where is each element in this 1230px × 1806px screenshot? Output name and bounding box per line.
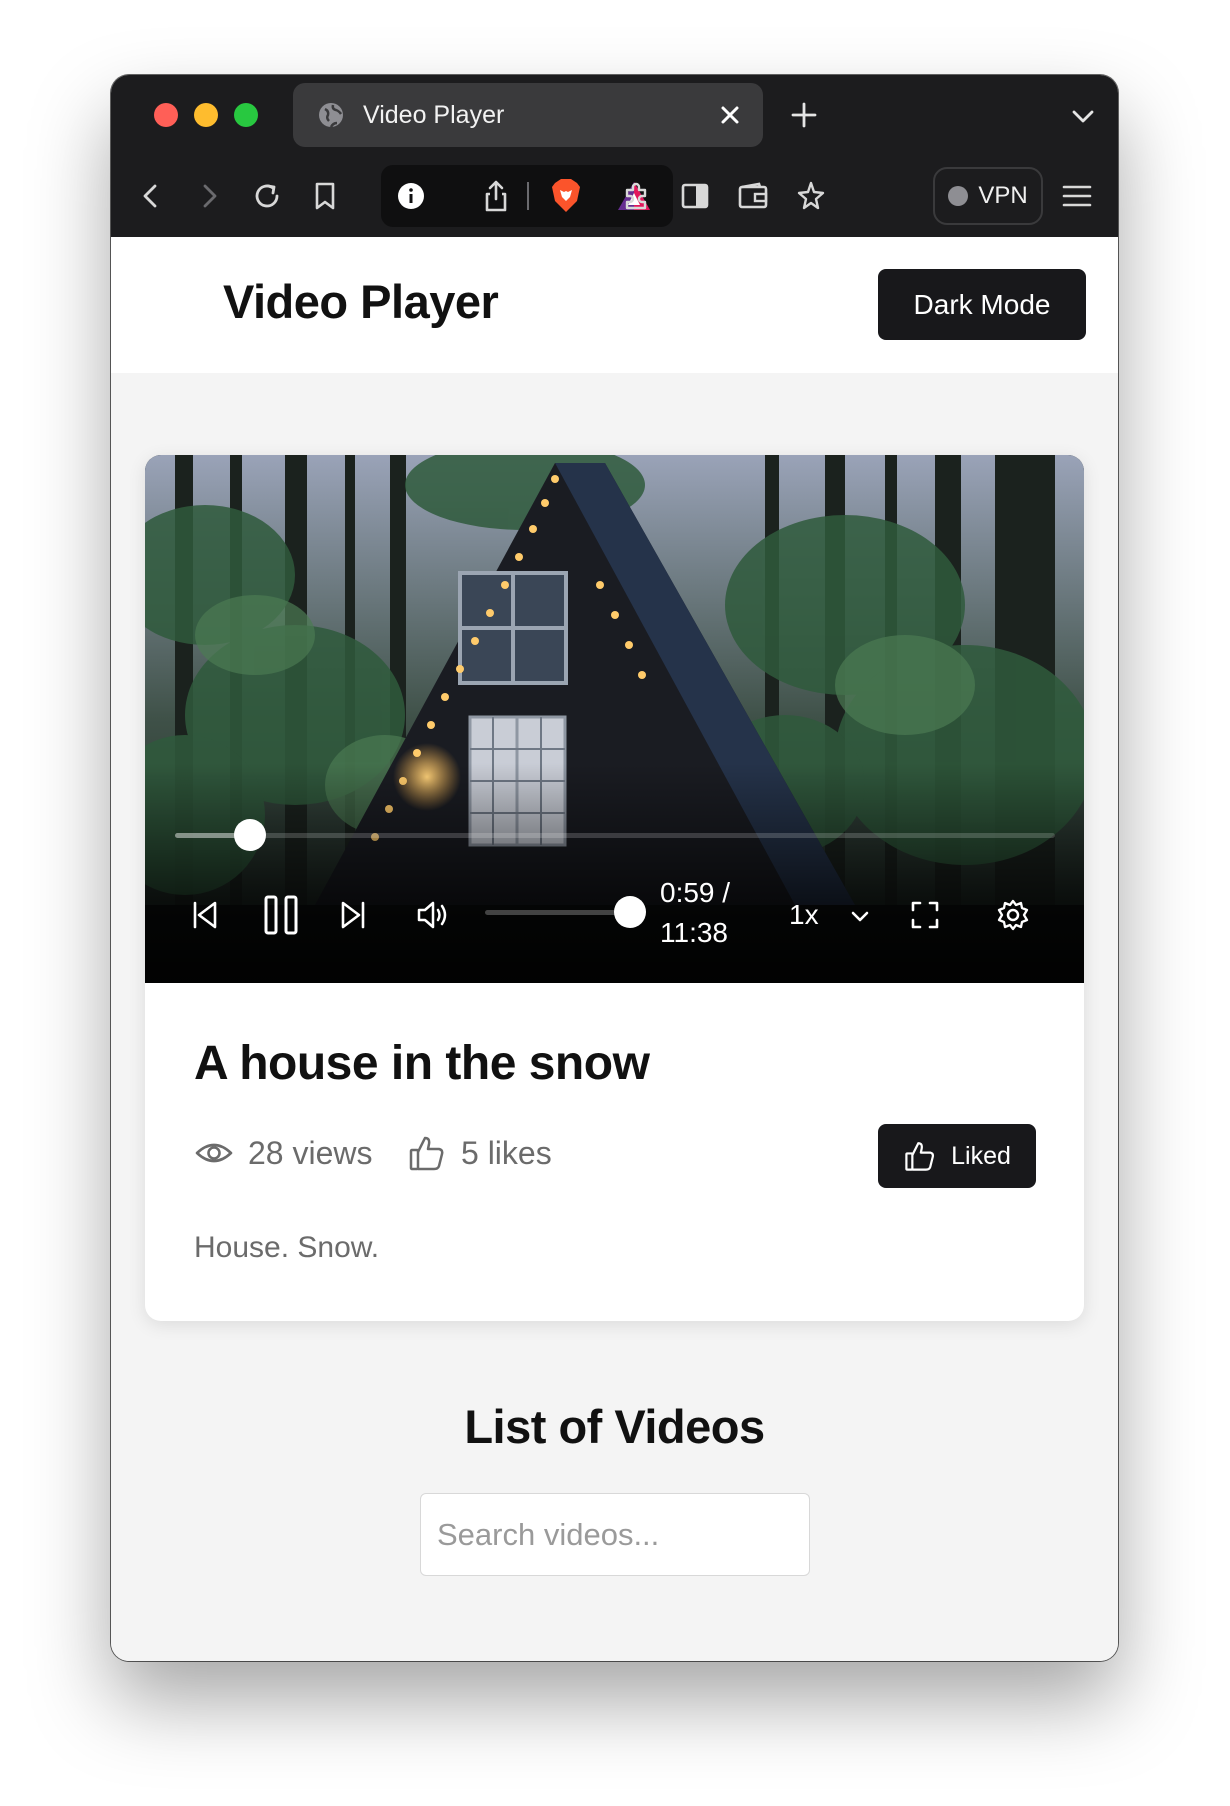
views-stat: 28 views [194, 1133, 373, 1173]
volume-slider[interactable] [485, 896, 646, 928]
liked-button[interactable]: Liked [878, 1124, 1036, 1188]
close-icon[interactable] [715, 100, 745, 130]
thumbs-up-icon [409, 1136, 444, 1171]
video-description: House. Snow. [194, 1231, 380, 1264]
plus-icon[interactable] [789, 100, 819, 130]
browser-tab[interactable]: Video Player [293, 83, 763, 147]
info-icon[interactable] [397, 182, 425, 210]
brave-shield-icon[interactable] [549, 177, 583, 215]
browser-window: Video Player VPN Video Player Dark Mode … [111, 75, 1118, 1661]
vpn-status-icon [948, 186, 969, 206]
menu-icon[interactable] [1059, 178, 1095, 214]
thumbs-up-icon [905, 1142, 935, 1171]
tab-title: Video Player [363, 100, 505, 129]
tab-bar: Video Player [111, 75, 1118, 155]
maximize-window-button[interactable] [234, 103, 258, 127]
eye-icon [195, 1143, 233, 1163]
globe-icon [319, 103, 343, 128]
progress-bar[interactable] [175, 819, 1055, 851]
chevron-down-icon[interactable] [1070, 103, 1096, 129]
chevron-down-icon[interactable] [845, 901, 875, 931]
progress-knob[interactable] [233, 819, 266, 851]
previous-icon[interactable] [185, 895, 225, 935]
vpn-label: VPN [978, 182, 1028, 209]
site-header: Video Player Dark Mode [111, 237, 1118, 373]
pause-icon[interactable] [258, 892, 304, 938]
controls-gradient [145, 763, 1084, 983]
current-time: 0:59 / [660, 877, 731, 908]
list-title: List of Videos [464, 1400, 765, 1453]
wallet-icon[interactable] [735, 178, 771, 214]
video-info: A house in the snow 28 views 5 likes Lik… [145, 983, 1084, 1321]
minimize-window-button[interactable] [194, 103, 218, 127]
views-count: 28 views [248, 1134, 373, 1171]
likes-count: 5 likes [461, 1134, 552, 1171]
leo-icon[interactable] [793, 178, 829, 214]
extensions-icon[interactable] [619, 178, 655, 214]
duration: 11:38 [660, 917, 728, 948]
reload-icon[interactable] [249, 178, 285, 214]
playback-speed[interactable]: 1x [789, 895, 819, 935]
volume-knob[interactable] [614, 896, 646, 928]
video-player[interactable]: 0:59 / 11:38 1x [145, 455, 1084, 983]
page-title: Video Player [223, 275, 499, 328]
volume-icon[interactable] [413, 895, 453, 935]
search-input[interactable] [420, 1493, 810, 1576]
settings-icon[interactable] [993, 895, 1033, 935]
page-content: Video Player Dark Mode 0:59 / 11:38 1x A… [111, 237, 1118, 1661]
separator [527, 182, 529, 210]
browser-toolbar: VPN [111, 155, 1118, 237]
dark-mode-button[interactable]: Dark Mode [878, 269, 1086, 340]
fullscreen-icon[interactable] [905, 895, 945, 935]
time-display: 0:59 / 11:38 [660, 873, 760, 953]
liked-label: Liked [951, 1141, 1011, 1170]
vpn-button[interactable]: VPN [933, 167, 1043, 225]
forward-icon[interactable] [191, 178, 227, 214]
video-title: A house in the snow [194, 1037, 650, 1090]
bookmark-icon[interactable] [307, 178, 343, 214]
sidebar-icon[interactable] [677, 178, 713, 214]
likes-stat: 5 likes [407, 1133, 552, 1173]
next-icon[interactable] [333, 895, 373, 935]
close-window-button[interactable] [154, 103, 178, 127]
video-card: 0:59 / 11:38 1x A house in the snow 28 v… [145, 455, 1084, 1321]
share-icon[interactable] [481, 179, 511, 213]
back-icon[interactable] [133, 178, 169, 214]
